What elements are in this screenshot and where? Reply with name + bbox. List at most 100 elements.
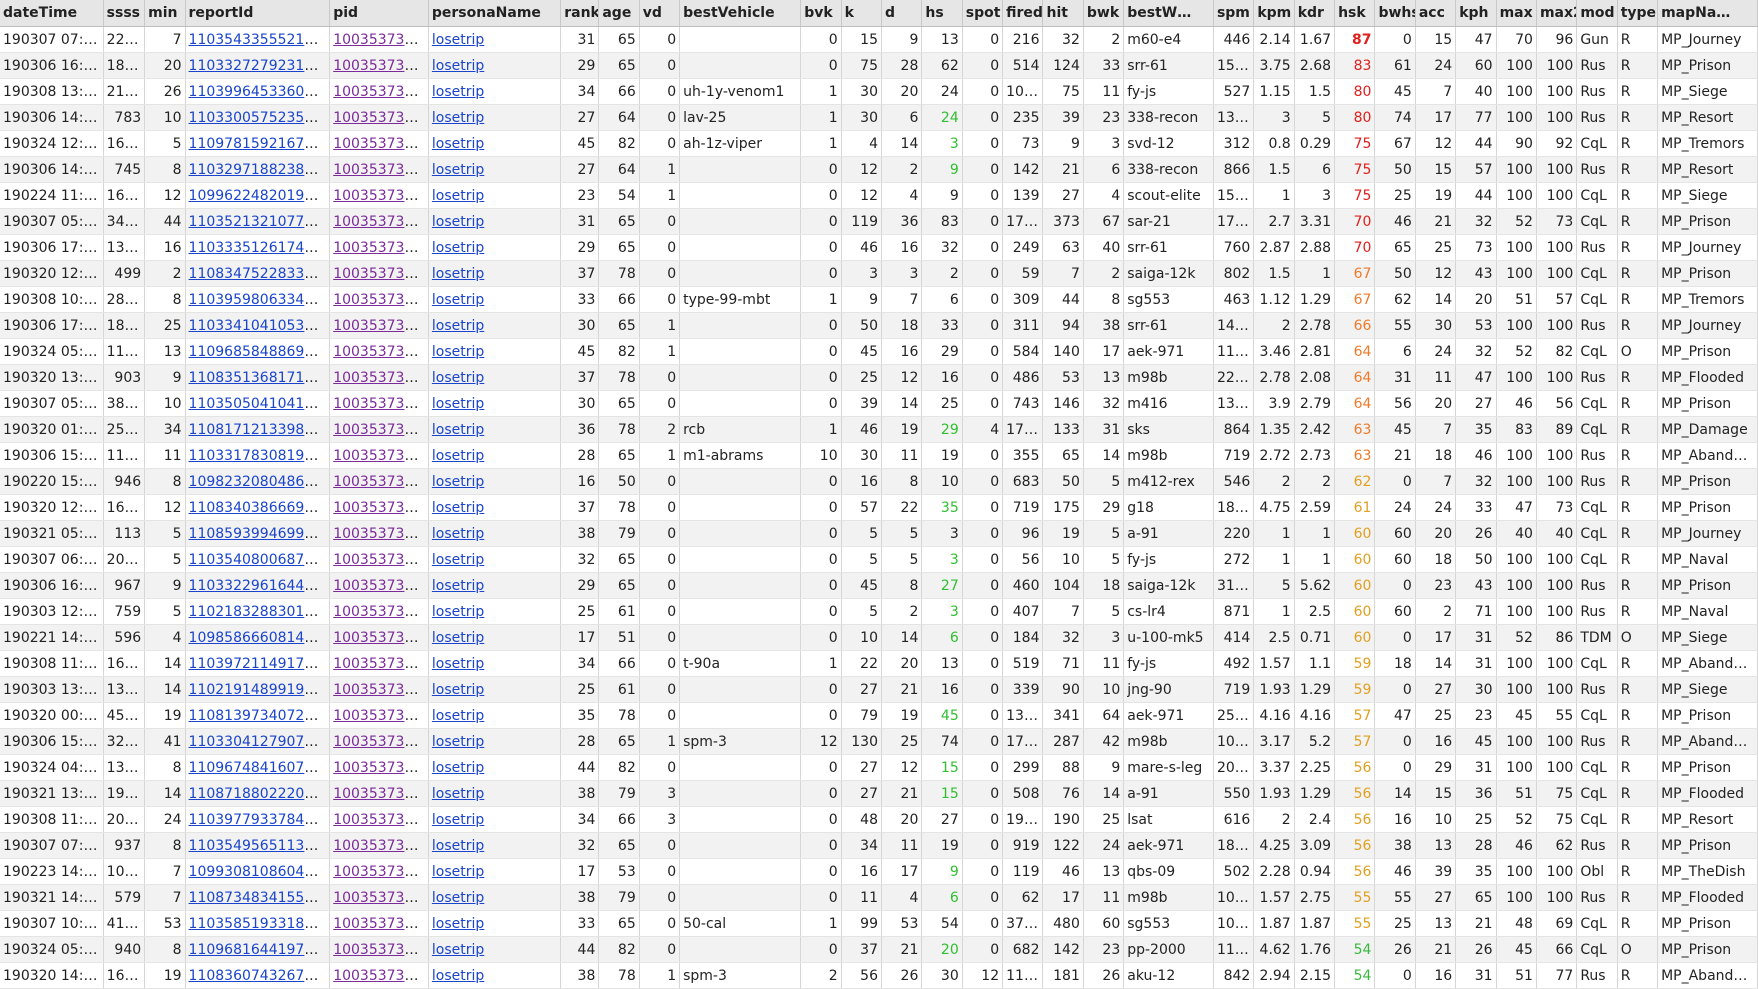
table-row[interactable]: 190306 17:05 1348 16 11033351261749… 1003537… [0,234,1758,261]
column-header[interactable]: hsk [1334,0,1376,27]
report-id-link[interactable]: 11096748416071… [189,760,328,776]
report-id-link[interactable]: 11039779337848… [189,812,328,828]
report-id-link[interactable]: 11087188022208… [189,786,328,802]
pid-link[interactable]: 100353733… [333,474,427,490]
table-row[interactable]: 190221 14:24 596 4 10985866608141… 100353733… [0,624,1758,651]
report-id-link[interactable]: 11097815921676… [189,136,328,152]
report-id-link[interactable]: 11081397340724… [189,708,328,724]
column-header[interactable]: bvk [800,0,842,27]
pid-link[interactable]: 100353733… [333,136,427,152]
persona-name-link[interactable]: losetrip [432,292,484,308]
pid-link[interactable]: 100353733… [333,318,427,334]
table-row[interactable]: 190308 13:07 2194 26 11039964533608… 1003537… [0,78,1758,105]
column-header[interactable]: spm [1213,0,1255,27]
report-id-link[interactable]: 11035851933183… [189,916,328,932]
table-row[interactable]: 190307 06:53 2026 5 11035408006873… 10035373… [0,546,1758,573]
pid-link[interactable]: 100353733… [333,890,427,906]
persona-name-link[interactable]: losetrip [432,890,484,906]
pid-link[interactable]: 100353733… [333,396,427,412]
column-header[interactable]: d [881,0,923,27]
table-row[interactable]: 190306 17:37 1889 25 11033410410537… 1003537… [0,312,1758,339]
pid-link[interactable]: 100353733… [333,968,427,984]
persona-name-link[interactable]: losetrip [432,864,484,880]
persona-name-link[interactable]: losetrip [432,656,484,672]
report-id-link[interactable]: 11033005752350… [189,110,328,126]
table-row[interactable]: 190320 12:39 1639 12 11083403866697… 1003537… [0,494,1758,521]
persona-name-link[interactable]: losetrip [432,188,484,204]
report-id-link[interactable]: 10996224820197… [189,188,328,204]
table-row[interactable]: 190324 05:17 940 8 11096816441974… 100353733… [0,936,1758,963]
persona-name-link[interactable]: losetrip [432,942,484,958]
table-row[interactable]: 190307 10:25 4156 53 11035851933183… 1003537… [0,910,1758,937]
persona-name-link[interactable]: losetrip [432,630,484,646]
column-header[interactable]: max [1496,0,1537,27]
table-row[interactable]: 190307 07:08 2288 7 11035433555216… 10035373… [0,26,1758,53]
table-row[interactable]: 190224 11:17 1645 12 10996224820197… 1003537… [0,182,1758,209]
pid-link[interactable]: 100353733… [333,370,427,386]
report-id-link[interactable]: 11083475228333… [189,266,328,282]
column-header[interactable]: vd [639,0,681,27]
pid-link[interactable]: 100353733… [333,344,427,360]
report-id-link[interactable]: 11083513681712… [189,370,328,386]
column-header[interactable]: kdr [1294,0,1336,27]
report-id-link[interactable]: 10982320804860… [189,474,328,490]
column-header[interactable]: pid [329,0,429,27]
persona-name-link[interactable]: losetrip [432,760,484,776]
pid-link[interactable]: 100353733… [333,110,427,126]
column-header[interactable]: min [144,0,186,27]
table-row[interactable]: 190321 05:01 113 5 11085939946990… 100353733… [0,520,1758,547]
pid-link[interactable]: 100353733… [333,708,427,724]
table-row[interactable]: 190324 12:06 1640 5 11097815921676… 10035373… [0,130,1758,157]
report-id-link[interactable]: 11039721149179… [189,656,328,672]
pid-link[interactable]: 100353733… [333,864,427,880]
pid-link[interactable]: 100353733… [333,734,427,750]
pid-link[interactable]: 100353733… [333,682,427,698]
report-id-link[interactable]: 11035495651133… [189,838,328,854]
pid-link[interactable]: 100353733… [333,162,427,178]
column-header[interactable]: reportId [185,0,331,27]
report-id-link[interactable]: 11039598063343… [189,292,328,308]
persona-name-link[interactable]: losetrip [432,318,484,334]
column-header[interactable]: acc [1415,0,1457,27]
pid-link[interactable]: 100353733… [333,32,427,48]
column-header[interactable]: bestW… [1123,0,1214,27]
pid-link[interactable]: 100353733… [333,812,427,828]
column-header[interactable]: kpm [1253,0,1295,27]
column-header[interactable]: dateTime [0,0,104,27]
pid-link[interactable]: 100353733… [333,526,427,542]
table-row[interactable]: 190320 13:10 903 9 11083513681712… 100353733… [0,364,1758,391]
pid-link[interactable]: 100353733… [333,84,427,100]
table-row[interactable]: 190324 04:57 1351 8 11096748416071… 10035373… [0,754,1758,781]
persona-name-link[interactable]: losetrip [432,240,484,256]
persona-name-link[interactable]: losetrip [432,578,484,594]
persona-name-link[interactable]: losetrip [432,474,484,490]
table-row[interactable]: 190306 16:41 1806 20 11033272792319… 1003537… [0,52,1758,79]
pid-link[interactable]: 100353733… [333,266,427,282]
report-id-link[interactable]: 11035433555216… [189,32,328,48]
persona-name-link[interactable]: losetrip [432,266,484,282]
column-header[interactable]: max2 [1536,0,1578,27]
column-header[interactable]: kph [1455,0,1497,27]
table-row[interactable]: 190320 14:00 1671 19 11083607432670… 1003537… [0,962,1758,989]
persona-name-link[interactable]: losetrip [432,968,484,984]
report-id-link[interactable]: 11033351261749… [189,240,328,256]
column-header[interactable]: bwk [1083,0,1125,27]
persona-name-link[interactable]: losetrip [432,396,484,412]
column-header[interactable]: mapNa… [1657,0,1758,27]
pid-link[interactable]: 100353733… [333,916,427,932]
pid-link[interactable]: 100353733… [333,838,427,854]
table-row[interactable]: 190220 15:00 946 8 10982320804860… 100353733… [0,468,1758,495]
report-id-link[interactable]: 11035050410412… [189,396,328,412]
table-row[interactable]: 190307 05:59 3448 44 11035213210770… 1003537… [0,208,1758,235]
pid-link[interactable]: 100353733… [333,188,427,204]
persona-name-link[interactable]: losetrip [432,812,484,828]
table-row[interactable]: 190308 10:52 2871 8 11039598063343… 10035373… [0,286,1758,313]
persona-name-link[interactable]: losetrip [432,786,484,802]
report-id-link[interactable]: 11039964533608… [189,84,328,100]
table-row[interactable]: 190324 05:37 1123 13 11096858488697… 1003537… [0,338,1758,365]
persona-name-link[interactable]: losetrip [432,136,484,152]
table-row[interactable]: 190308 11:20 1612 14 11039721149179… 1003537… [0,650,1758,677]
pid-link[interactable]: 100353733… [333,240,427,256]
persona-name-link[interactable]: losetrip [432,162,484,178]
report-id-link[interactable]: 11087348341551… [189,890,328,906]
